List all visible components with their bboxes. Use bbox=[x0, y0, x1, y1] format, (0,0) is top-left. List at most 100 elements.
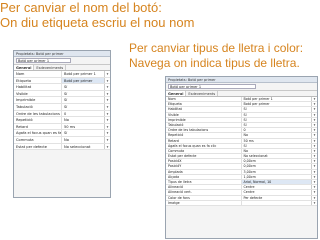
property-value-field[interactable]: No bbox=[242, 149, 312, 153]
property-label: Amplada bbox=[166, 169, 242, 174]
dropdown-arrow-icon[interactable]: ▾ bbox=[104, 117, 110, 123]
property-value-field[interactable]: Sí bbox=[62, 84, 104, 90]
property-label: Commuta bbox=[166, 148, 242, 154]
dropdown-arrow-icon[interactable]: ▾ bbox=[104, 90, 110, 97]
dropdown-arrow-icon[interactable]: ▾ bbox=[311, 128, 317, 133]
property-value-field[interactable] bbox=[242, 201, 312, 205]
property-value-field[interactable]: 50 ms bbox=[62, 124, 104, 130]
property-value-field[interactable]: Sí bbox=[62, 130, 104, 136]
property-value-field[interactable]: Centre bbox=[242, 190, 312, 194]
dropdown-arrow-icon[interactable]: ▾ bbox=[104, 123, 110, 130]
property-value-field[interactable]: Sí bbox=[242, 107, 312, 111]
property-label: Commuta bbox=[14, 136, 62, 143]
tab-general[interactable]: General bbox=[166, 91, 187, 96]
property-row: Estat per defecte No seleccionat ▾ bbox=[14, 143, 110, 151]
dropdown-arrow-icon[interactable]: ▾ bbox=[311, 154, 317, 159]
property-value-field[interactable]: Sí bbox=[62, 91, 104, 97]
control-selector-bar: Botó per primer 1 bbox=[14, 57, 110, 65]
dropdown-arrow-icon[interactable]: ▾ bbox=[104, 97, 110, 103]
dropdown-arrow-icon[interactable]: ▾ bbox=[311, 159, 317, 164]
control-selector[interactable]: Botó per primer 1 bbox=[16, 58, 72, 63]
property-value-field[interactable]: Sí bbox=[242, 113, 312, 117]
dropdown-arrow-icon[interactable]: ▾ bbox=[311, 138, 317, 143]
property-label: Habilitat bbox=[14, 84, 62, 90]
dropdown-arrow-icon[interactable]: ▾ bbox=[104, 110, 110, 117]
property-value-field[interactable]: Botó per primer 1 bbox=[62, 71, 104, 77]
property-value-field[interactable]: 3,00cm bbox=[242, 170, 312, 174]
property-value-field[interactable]: Sí bbox=[242, 144, 312, 148]
subline-line-1: Per canviar tipus de lletra i color: bbox=[129, 41, 304, 55]
dropdown-arrow-icon[interactable]: ▾ bbox=[311, 112, 317, 117]
dropdown-arrow-icon[interactable]: ▾ bbox=[104, 71, 110, 77]
property-row: Repetició No ▾ bbox=[14, 117, 110, 124]
dropdown-arrow-icon[interactable]: ▾ bbox=[311, 169, 317, 174]
control-selector[interactable]: Botó per primer 1 bbox=[168, 84, 257, 89]
dropdown-arrow-icon[interactable]: ▾ bbox=[311, 143, 317, 148]
property-value-field[interactable]: 50 ms bbox=[242, 139, 312, 143]
dropdown-arrow-icon[interactable]: ▾ bbox=[311, 97, 317, 102]
dropdown-arrow-icon[interactable]: ▾ bbox=[311, 180, 317, 185]
property-value-field[interactable]: No bbox=[62, 137, 104, 143]
property-value-field[interactable]: No bbox=[242, 133, 312, 137]
property-value-field[interactable]: 0,00cm bbox=[242, 164, 312, 168]
property-value-field[interactable]: Sí bbox=[62, 97, 104, 103]
property-value-field[interactable]: 0,00cm bbox=[242, 159, 312, 163]
property-value-field[interactable]: 1,00cm bbox=[242, 175, 312, 179]
dropdown-arrow-icon[interactable]: ▾ bbox=[311, 174, 317, 179]
property-value-field[interactable]: No seleccionat bbox=[62, 144, 104, 150]
dropdown-arrow-icon[interactable]: ▾ bbox=[104, 143, 110, 150]
property-value-field[interactable]: Botó per primer 1 bbox=[242, 97, 312, 101]
property-value-field[interactable]: No bbox=[62, 117, 104, 123]
property-label: Imatge bbox=[166, 200, 242, 205]
property-label: Nom bbox=[14, 71, 62, 77]
property-label: Ordre de les tabulacions bbox=[14, 110, 62, 117]
dropdown-arrow-icon[interactable]: ▾ bbox=[104, 103, 110, 110]
property-row: Etiqueta Botó per primer ▾ bbox=[14, 77, 110, 85]
property-value-field[interactable]: Sí bbox=[62, 104, 104, 110]
dropdown-arrow-icon[interactable]: ▾ bbox=[104, 77, 110, 84]
dropdown-arrow-icon[interactable]: ▾ bbox=[311, 117, 317, 122]
tab-general[interactable]: General bbox=[14, 65, 35, 70]
property-value-field[interactable]: Botó per primer bbox=[62, 77, 104, 84]
dropdown-arrow-icon[interactable]: ▾ bbox=[104, 84, 110, 90]
dropdown-arrow-icon[interactable]: ▾ bbox=[311, 107, 317, 112]
property-value-field[interactable]: Botó per primer bbox=[242, 102, 312, 106]
property-label: Color de fons bbox=[166, 195, 242, 200]
dropdown-arrow-icon[interactable]: ▾ bbox=[311, 190, 317, 195]
dropdown-arrow-icon[interactable]: ▾ bbox=[311, 102, 317, 107]
dropdown-arrow-icon[interactable]: ▾ bbox=[311, 164, 317, 169]
dropdown-arrow-icon[interactable]: ▾ bbox=[311, 122, 317, 128]
property-label: PosicióX bbox=[166, 159, 242, 164]
property-row: Commuta No ▾ bbox=[14, 136, 110, 144]
dropdown-arrow-icon[interactable]: ▾ bbox=[311, 185, 317, 190]
tab-events[interactable]: Esdeveniments bbox=[186, 91, 219, 96]
property-value-field[interactable]: 0 bbox=[242, 128, 312, 132]
headline-line-1: Per canviar el nom del botó: bbox=[0, 0, 162, 15]
property-value-field[interactable]: Sí bbox=[242, 118, 312, 122]
properties-dialog-label: Propietats: Botó per primer Botó per pri… bbox=[13, 50, 111, 198]
property-label: Visible bbox=[14, 90, 62, 97]
property-label: Alineació bbox=[166, 185, 242, 190]
property-label: Ordre de les tabulacions bbox=[166, 128, 242, 133]
dropdown-arrow-icon[interactable]: ▾ bbox=[311, 200, 317, 205]
property-value-field[interactable]: Centre bbox=[242, 185, 312, 189]
property-label: Agafa el focus quan es fa clic bbox=[166, 143, 242, 148]
property-row: Imprimible Sí ▾ bbox=[14, 97, 110, 104]
dropdown-arrow-icon[interactable]: ▾ bbox=[104, 130, 110, 136]
property-row: Imatge ▾ bbox=[166, 200, 317, 206]
property-label: Tabulació bbox=[166, 122, 242, 128]
property-label: Habilitat bbox=[166, 107, 242, 112]
property-label: PosicióY bbox=[166, 164, 242, 169]
property-label: Imprimible bbox=[14, 97, 62, 103]
dropdown-arrow-icon[interactable]: ▾ bbox=[311, 195, 317, 200]
property-value-field[interactable]: Arial, Normal, 10 bbox=[241, 180, 311, 185]
tab-events[interactable]: Esdeveniments bbox=[34, 65, 67, 70]
dropdown-arrow-icon[interactable]: ▾ bbox=[311, 133, 317, 138]
dropdown-arrow-icon[interactable]: ▾ bbox=[311, 148, 317, 154]
dropdown-arrow-icon[interactable]: ▾ bbox=[104, 136, 110, 143]
property-value-field[interactable]: 0 bbox=[62, 111, 104, 117]
property-value-field[interactable]: No seleccionat bbox=[242, 154, 312, 158]
property-value-field[interactable]: Per defecte bbox=[242, 196, 312, 200]
property-value-field[interactable]: Sí bbox=[242, 123, 312, 127]
property-row: Nom Botó per primer 1 ▾ bbox=[14, 71, 110, 78]
